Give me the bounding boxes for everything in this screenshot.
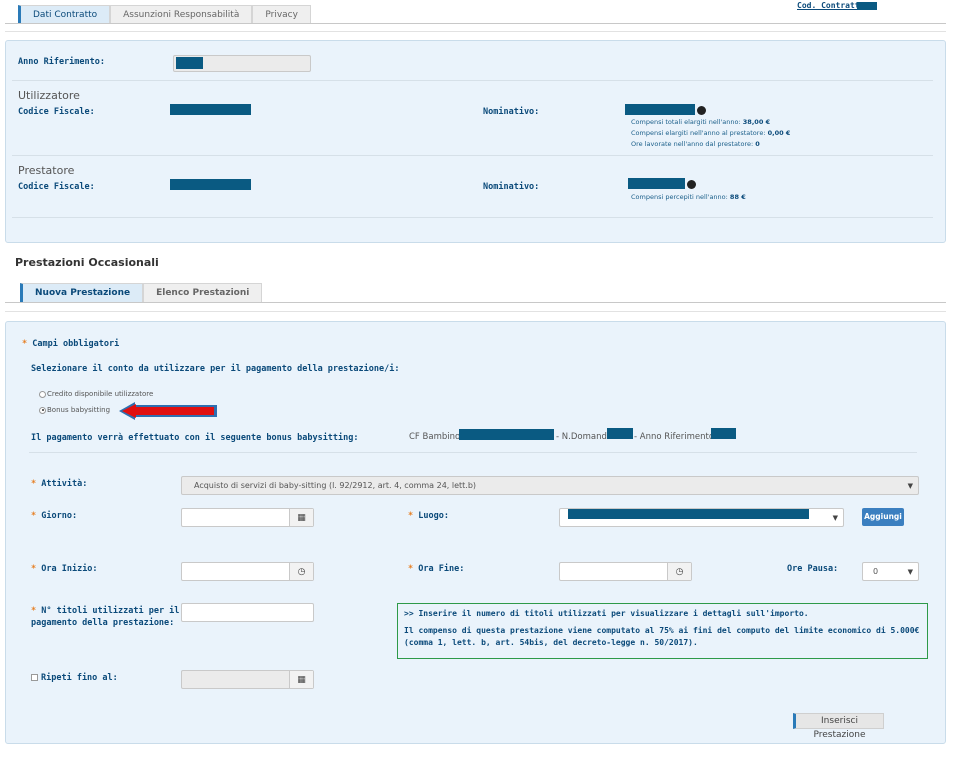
radio-dot-selected[interactable]	[39, 406, 46, 414]
user-icon[interactable]	[687, 180, 696, 189]
sub-tab-bar: Nuova Prestazione Elenco Prestazioni	[20, 283, 263, 302]
prestazioni-title: Prestazioni Occasionali	[15, 256, 159, 269]
ore-pausa-select[interactable]: 0 ▼	[862, 562, 919, 581]
ripeti-date-input: ▦	[181, 670, 314, 689]
compensi-prestatore: Compensi elargiti nell'anno al prestator…	[631, 129, 791, 137]
top-tab-bar: Dati Contratto Assunzioni Responsabilità…	[18, 5, 311, 24]
compensi-percepiti: Compensi percepiti nell'anno: 88 €	[631, 193, 746, 201]
inserisci-prestazione-button[interactable]: Inserisci Prestazione	[793, 713, 884, 740]
prestatore-title: Prestatore	[18, 164, 75, 177]
divider	[5, 23, 946, 24]
chevron-down-icon: ▼	[907, 567, 913, 576]
anno-riferimento-label: Anno Riferimento:	[18, 57, 105, 67]
giorno-input[interactable]: ▦	[181, 508, 314, 527]
compensi-totali: Compensi totali elargiti nell'anno: 38,0…	[631, 118, 771, 126]
ripeti-checkbox[interactable]	[31, 674, 38, 681]
utilizzatore-cf-redacted	[170, 104, 251, 115]
calendar-icon[interactable]: ▦	[289, 509, 313, 526]
attivita-label: * Attività:	[31, 479, 88, 489]
cod-contratto-redacted	[857, 2, 877, 10]
divider	[5, 311, 946, 312]
info-line-1: >> Inserire il numero di titoli utilizza…	[404, 609, 809, 618]
tab-privacy[interactable]: Privacy	[252, 5, 311, 24]
clock-icon[interactable]: ◷	[289, 563, 313, 580]
red-arrow-annotation	[119, 402, 217, 420]
ora-fine-input[interactable]: ◷	[559, 562, 692, 581]
utilizzatore-title: Utilizzatore	[18, 89, 80, 102]
prestatore-cf-redacted	[170, 179, 251, 190]
luogo-label: * Luogo:	[408, 511, 449, 521]
radio-dot[interactable]	[39, 390, 46, 398]
utilizzatore-nominativo-label: Nominativo:	[483, 107, 540, 117]
clock-icon[interactable]: ◷	[667, 563, 691, 580]
ore-pausa-label: Ore Pausa:	[787, 564, 839, 574]
calendar-icon: ▦	[289, 671, 313, 688]
tab-nuova-prestazione[interactable]: Nuova Prestazione	[20, 283, 144, 302]
anno-rif-redacted	[711, 428, 736, 439]
ora-inizio-input[interactable]: ◷	[181, 562, 314, 581]
divider	[12, 155, 933, 156]
divider	[5, 302, 946, 303]
utilizzatore-nominativo-redacted	[625, 104, 695, 115]
contract-panel	[5, 40, 946, 243]
ora-inizio-label: * Ora Inizio:	[31, 564, 98, 574]
titoli-label: * N° titoli utilizzati per il pagamento d…	[31, 606, 180, 628]
cf-bambino-redacted	[459, 429, 554, 440]
divider	[12, 217, 933, 218]
anno-rif-label: - Anno Riferimento:	[634, 432, 717, 442]
user-icon[interactable]	[697, 106, 706, 115]
prestatore-nominativo-redacted	[628, 178, 685, 189]
prestatore-nominativo-label: Nominativo:	[483, 182, 540, 192]
aggiungi-button[interactable]: Aggiungi	[862, 508, 904, 526]
utilizzatore-cf-label: Codice Fiscale:	[18, 107, 95, 117]
ora-fine-label: * Ora Fine:	[408, 564, 465, 574]
radio-credito-disponibile[interactable]: Credito disponibile utilizzatore	[39, 390, 153, 398]
anno-redacted	[176, 57, 203, 69]
info-box: >> Inserire il numero di titoli utilizza…	[397, 603, 928, 659]
giorno-label: * Giorno:	[31, 511, 78, 521]
attivita-select[interactable]: Acquisto di servizi di baby-sitting (l. …	[181, 476, 919, 495]
tab-elenco-prestazioni[interactable]: Elenco Prestazioni	[143, 283, 263, 302]
tab-dati-contratto[interactable]: Dati Contratto	[18, 5, 111, 24]
radio-bonus-babysitting[interactable]: Bonus babysitting	[39, 406, 110, 414]
pagamento-label: Il pagamento verrà effettuato con il seg…	[31, 433, 359, 443]
bonus-details: CF Bambino:	[409, 432, 464, 442]
divider	[12, 80, 933, 81]
prestatore-cf-label: Codice Fiscale:	[18, 182, 95, 192]
ore-lavorate: Ore lavorate nell'anno dal prestatore: 0	[631, 140, 760, 148]
luogo-redacted	[568, 509, 809, 519]
chevron-down-icon: ▼	[832, 513, 838, 522]
divider	[29, 452, 917, 453]
divider	[5, 31, 946, 32]
n-domanda-redacted	[607, 428, 633, 439]
selezionare-conto-label: Selezionare il conto da utilizzare per i…	[31, 364, 400, 374]
tab-assunzioni-responsabilita[interactable]: Assunzioni Responsabilità	[110, 5, 253, 24]
titoli-input[interactable]	[181, 603, 314, 622]
info-line-2: Il compenso di questa prestazione viene …	[404, 626, 920, 647]
form-panel	[5, 321, 946, 744]
ripeti-label: Ripeti fino al:	[41, 673, 118, 683]
chevron-down-icon: ▼	[907, 481, 913, 490]
campi-obbligatori: * Campi obbligatori	[22, 339, 120, 349]
